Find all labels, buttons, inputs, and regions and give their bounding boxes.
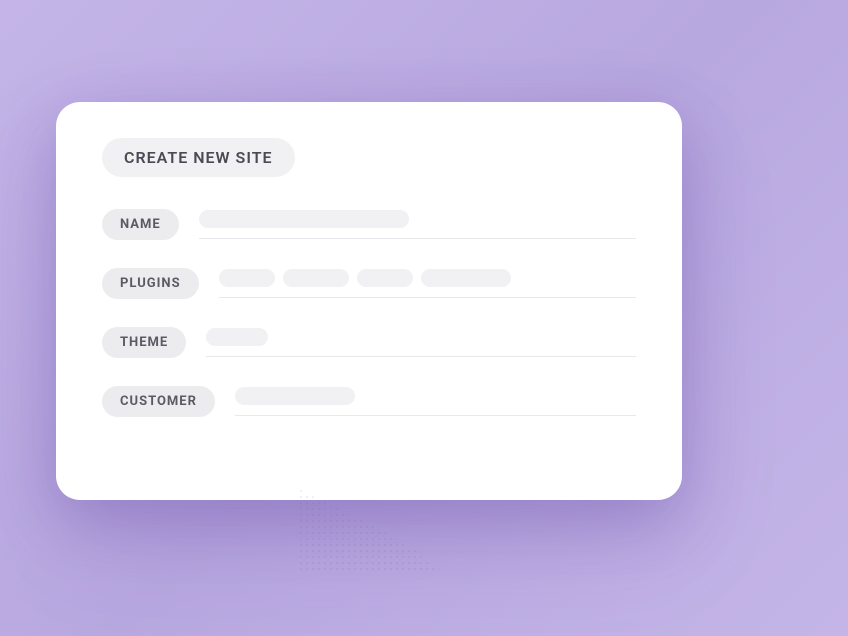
customer-label: CUSTOMER bbox=[102, 386, 215, 417]
dots-decoration bbox=[300, 490, 460, 570]
form-rows: NAME PLUGINS THEME CUSTOMER bbox=[102, 209, 636, 417]
plugin-chip bbox=[219, 269, 275, 287]
create-site-card: CREATE NEW SITE NAME PLUGINS THEME bbox=[56, 102, 682, 500]
plugin-chip bbox=[421, 269, 511, 287]
plugin-chip bbox=[357, 269, 413, 287]
card-title: CREATE NEW SITE bbox=[102, 138, 295, 177]
form-row-customer: CUSTOMER bbox=[102, 386, 636, 417]
name-value-placeholder bbox=[199, 210, 409, 228]
theme-label: THEME bbox=[102, 327, 186, 358]
plugins-label: PLUGINS bbox=[102, 268, 199, 299]
plugins-input[interactable] bbox=[219, 269, 636, 298]
form-row-plugins: PLUGINS bbox=[102, 268, 636, 299]
theme-value-placeholder bbox=[206, 328, 268, 346]
name-input[interactable] bbox=[199, 210, 636, 239]
form-row-name: NAME bbox=[102, 209, 636, 240]
name-label: NAME bbox=[102, 209, 179, 240]
plugin-chip bbox=[283, 269, 349, 287]
customer-value-placeholder bbox=[235, 387, 355, 405]
customer-input[interactable] bbox=[235, 387, 636, 416]
theme-input[interactable] bbox=[206, 328, 636, 357]
form-row-theme: THEME bbox=[102, 327, 636, 358]
